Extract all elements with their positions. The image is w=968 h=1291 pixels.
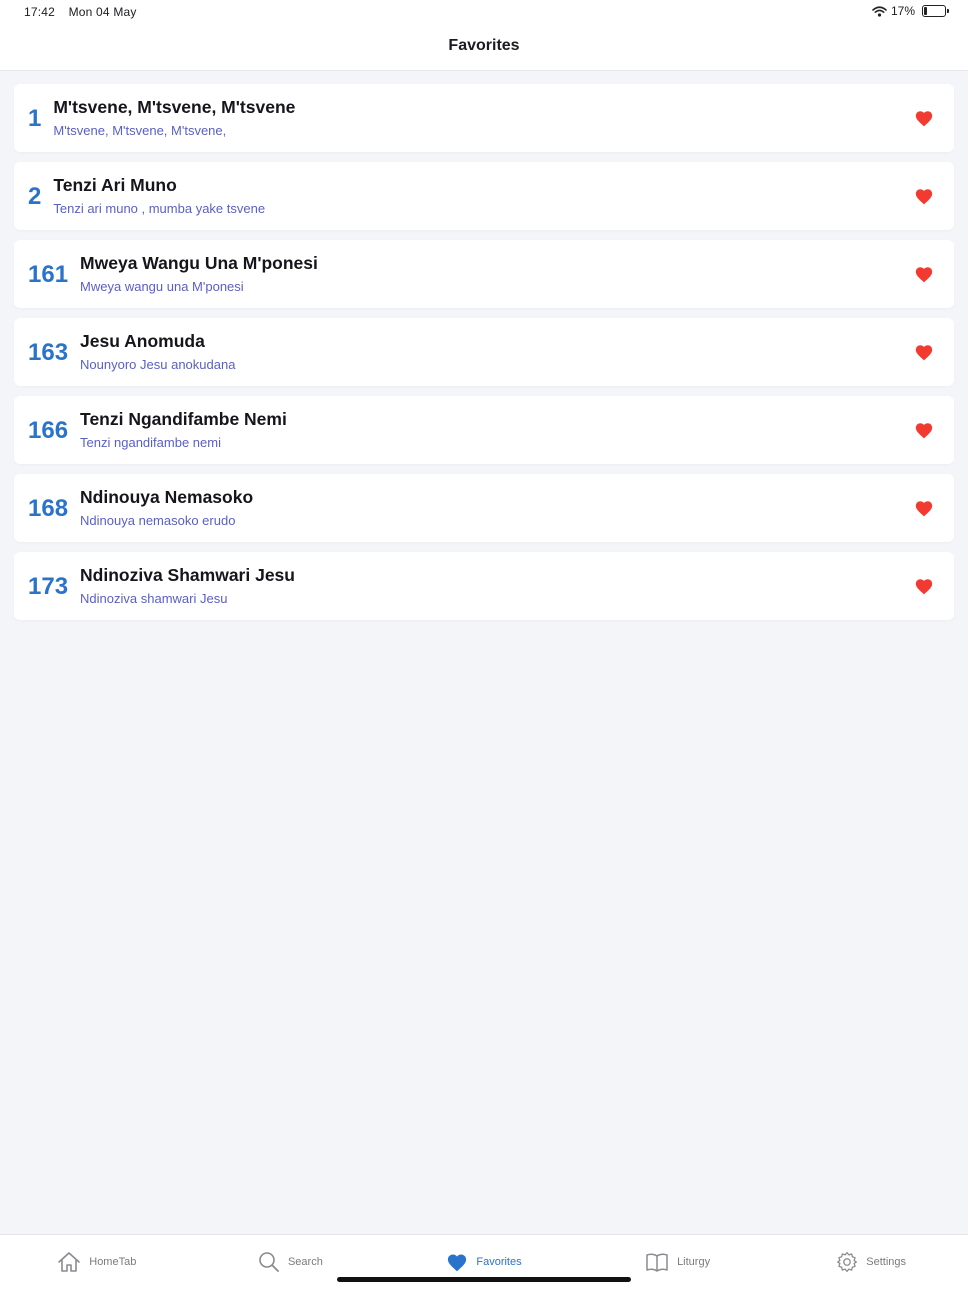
favorite-hymn-row[interactable]: 163 Jesu Anomuda Nounyoro Jesu anokudana	[14, 318, 954, 386]
hymn-title: Ndinoziva Shamwari Jesu	[80, 564, 295, 585]
tab-hometab[interactable]: HomeTab	[0, 1233, 194, 1291]
hymn-title: Ndinouya Nemasoko	[80, 486, 254, 507]
hymn-title: Jesu Anomuda	[80, 330, 205, 351]
favorite-hymn-row[interactable]: 166 Tenzi Ngandifambe Nemi Tenzi ngandif…	[14, 396, 954, 464]
hymn-number: 168	[28, 495, 69, 522]
status-time: 17:42	[24, 5, 56, 19]
favorites-list: 1 M'tsvene, M'tsvene, M'tsvene M'tsvene,…	[14, 84, 954, 630]
heart-icon	[915, 345, 933, 361]
gear-icon	[837, 1252, 858, 1272]
hymn-first-line: Ndinoziva shamwari Jesu	[80, 590, 228, 606]
hymn-number: 173	[28, 573, 69, 600]
favorite-toggle-button[interactable]	[914, 108, 934, 128]
hymn-first-line: Tenzi ngandifambe nemi	[80, 434, 221, 450]
hymn-number: 161	[28, 261, 69, 288]
hymn-title: M'tsvene, M'tsvene, M'tsvene	[53, 96, 296, 117]
page-title: Favorites	[448, 37, 520, 54]
hymn-number: 166	[28, 417, 69, 444]
heart-icon	[915, 501, 933, 517]
hymn-number: 163	[28, 339, 69, 366]
favorite-hymn-row[interactable]: 161 Mweya Wangu Una M'ponesi Mweya wangu…	[14, 240, 954, 308]
tab-label: Favorites	[476, 1256, 522, 1268]
hymn-number: 2	[28, 183, 42, 210]
favorite-toggle-button[interactable]	[914, 420, 934, 440]
hymn-title: Tenzi Ari Muno	[53, 174, 177, 195]
wifi-icon	[872, 5, 887, 17]
hymn-first-line: Ndinouya nemasoko erudo	[80, 512, 236, 528]
book-icon	[646, 1253, 668, 1272]
favorite-hymn-row[interactable]: 2 Tenzi Ari Muno Tenzi ari muno , mumba …	[14, 162, 954, 230]
home-icon	[58, 1252, 81, 1272]
heart-icon	[915, 423, 933, 439]
heart-icon	[915, 111, 933, 127]
hymn-first-line: M'tsvene, M'tsvene, M'tsvene,	[53, 122, 227, 138]
hymn-title: Mweya Wangu Una M'ponesi	[80, 252, 318, 273]
favorite-toggle-button[interactable]	[914, 576, 934, 596]
hymn-first-line: Tenzi ari muno , mumba yake tsvene	[53, 200, 266, 216]
tab-liturgy[interactable]: Liturgy	[581, 1233, 775, 1291]
hymn-first-line: Mweya wangu una M'ponesi	[80, 278, 244, 294]
hymn-title: Tenzi Ngandifambe Nemi	[80, 408, 287, 429]
heart-icon	[915, 579, 933, 595]
hymn-number: 1	[28, 105, 42, 132]
status-bar: 17:42 Mon 04 May 17%	[0, 0, 968, 26]
battery-icon	[922, 5, 949, 17]
favorite-hymn-row[interactable]: 168 Ndinouya Nemasoko Ndinouya nemasoko …	[14, 474, 954, 542]
battery-level	[924, 7, 927, 15]
heart-icon	[448, 1254, 467, 1272]
heart-icon	[915, 267, 933, 283]
tab-search[interactable]: Search	[194, 1233, 388, 1291]
tab-bar: HomeTab Search Favorites Liturgy Setting…	[0, 1234, 968, 1291]
search-icon	[259, 1252, 279, 1272]
tab-label: Settings	[866, 1256, 907, 1268]
favorite-hymn-row[interactable]: 173 Ndinoziva Shamwari Jesu Ndinoziva sh…	[14, 552, 954, 620]
tab-label: Search	[287, 1256, 323, 1268]
status-date: Mon 04 May	[68, 5, 137, 19]
battery-percent: 17%	[890, 4, 915, 18]
tab-label: Liturgy	[677, 1256, 711, 1268]
hymn-first-line: Nounyoro Jesu anokudana	[80, 356, 236, 372]
tab-label: HomeTab	[89, 1256, 137, 1268]
heart-icon	[915, 189, 933, 205]
tab-settings[interactable]: Settings	[774, 1233, 968, 1291]
home-indicator	[337, 1277, 631, 1282]
favorite-toggle-button[interactable]	[914, 264, 934, 284]
favorite-toggle-button[interactable]	[914, 498, 934, 518]
tab-favorites[interactable]: Favorites	[387, 1233, 581, 1291]
favorite-hymn-row[interactable]: 1 M'tsvene, M'tsvene, M'tsvene M'tsvene,…	[14, 84, 954, 152]
favorite-toggle-button[interactable]	[914, 186, 934, 206]
favorite-toggle-button[interactable]	[914, 342, 934, 362]
navigation-bar: Favorites	[0, 26, 968, 71]
